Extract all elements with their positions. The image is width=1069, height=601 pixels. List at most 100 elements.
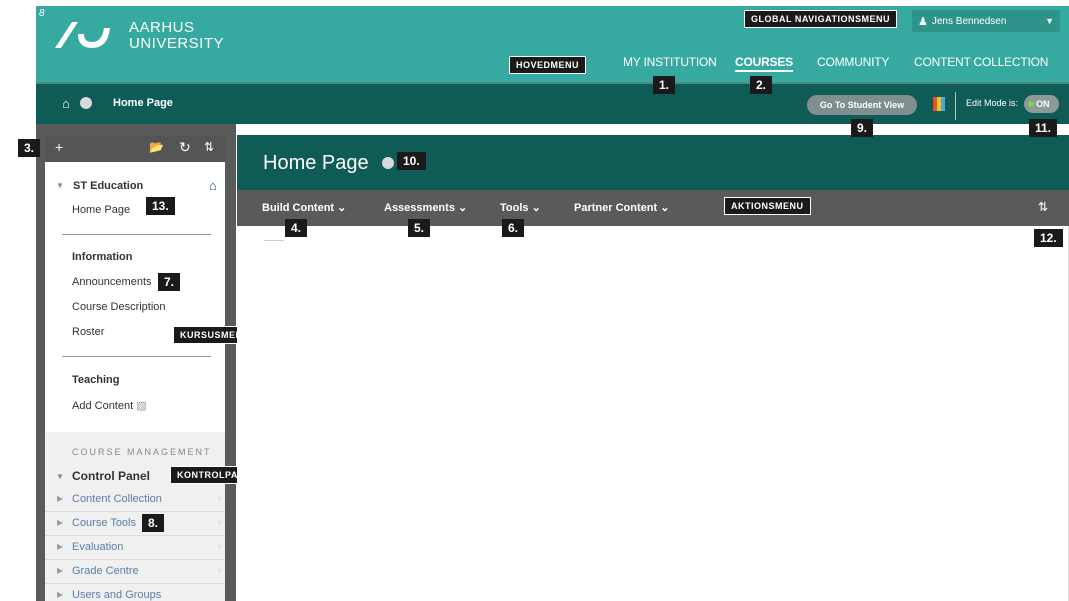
expand-icon: ▶ [57,518,64,527]
chevron-down-icon: ⌄ [458,202,468,214]
refresh-icon[interactable]: ↻ [179,139,191,156]
tools-label: Tools [500,202,529,214]
menu-item-add-content-label: Add Content [72,400,134,412]
reorder-icon[interactable]: ⇅ [204,140,214,154]
callout-12: 12. [1034,229,1063,247]
section-teaching: Teaching [72,374,120,386]
menu-item-announcements[interactable]: Announcements [72,276,152,288]
chevron-down-icon: ⌄ [531,202,541,214]
callout-4: 4. [285,219,308,237]
control-item-course-tools[interactable]: ▶ Course Tools › [45,512,225,536]
course-home-icon: ⌂ [209,178,217,193]
collapse-icon[interactable]: ▼ [56,181,64,190]
chevron-right-icon: › [218,517,221,527]
assessments-label: Assessments [384,202,455,214]
collapse-icon[interactable]: ▼ [56,472,64,481]
page: 8 AARHUS UNIVERSITY ♟ Jens Bennedsen ▼ ⏻… [0,0,1069,601]
callout-8: 8. [142,514,165,532]
control-item-label: Course Tools [72,517,136,529]
breadcrumb-options-icon[interactable] [80,97,92,109]
control-item-evaluation[interactable]: ▶ Evaluation › [45,536,225,560]
global-nav-label: GLOBAL NAVIGATIONSMENU [744,10,897,28]
assessments-menu[interactable]: Assessments ⌄ [384,201,467,214]
breadcrumb[interactable]: Home Page [113,97,173,109]
action-menu-label: AKTIONSMENU [724,197,811,215]
divider [955,92,956,120]
chevron-down-icon: ⌄ [337,202,347,214]
chevron-right-icon: › [218,541,221,551]
callout-2: 2. [750,76,773,94]
home-icon[interactable]: ⌂ [62,96,70,111]
callout-7: 7. [158,273,181,291]
nav-my-institution[interactable]: MY INSTITUTION [623,55,717,69]
callout-13: 13. [146,197,175,215]
menu-item-course-description[interactable]: Course Description [72,301,166,313]
page-title-bar: Home Page [237,135,1069,190]
control-panel-title[interactable]: Control Panel [72,469,150,483]
expand-icon: ▶ [57,566,64,575]
expand-icon: ▶ [57,542,64,551]
menu-item-home-page[interactable]: Home Page [72,204,130,216]
control-item-label: Content Collection [72,493,162,505]
divider [62,356,211,357]
expand-icon: ▶ [57,590,64,599]
control-item-grade-centre[interactable]: ▶ Grade Centre › [45,560,225,584]
callout-9: 9. [851,119,874,137]
chevron-down-icon: ▼ [1045,16,1054,26]
callout-3: 3. [18,139,41,157]
folder-view-icon[interactable]: 📂 [149,140,164,154]
edit-mode-value: ON [1036,99,1050,109]
nav-courses[interactable]: COURSES [735,55,793,72]
control-item-label: Grade Centre [72,565,139,577]
student-view-button[interactable]: Go To Student View [807,95,917,115]
partner-content-label: Partner Content [574,202,658,214]
main-menu-label: HOVEDMENU [509,56,587,74]
tools-menu[interactable]: Tools ⌄ [500,201,541,214]
divider [264,240,284,241]
university-name-line2: UNIVERSITY [129,35,225,52]
course-management-heading: COURSE MANAGEMENT [72,447,212,457]
course-menu [45,162,225,432]
user-menu[interactable]: ♟ Jens Bennedsen ▼ [912,10,1060,32]
callout-5: 5. [408,219,431,237]
chevron-right-icon: › [218,493,221,503]
content-area [237,226,1069,601]
menu-item-add-content[interactable]: Add Content ▧ [72,399,147,412]
menu-item-roster[interactable]: Roster [72,326,104,338]
add-menu-item-icon[interactable]: + [55,139,63,155]
nav-community[interactable]: COMMUNITY [817,55,889,69]
chevron-down-icon: ⌄ [660,202,670,214]
palette-icon[interactable] [933,97,945,111]
build-content-menu[interactable]: Build Content ⌄ [262,201,346,214]
hidden-icon: ▧ [136,400,147,412]
control-item-content-collection[interactable]: ▶ Content Collection › [45,488,225,512]
user-icon: ♟ [918,15,928,28]
nav-content-collection[interactable]: CONTENT COLLECTION [914,55,1048,69]
callout-6: 6. [502,219,525,237]
expand-icon: ▶ [57,494,64,503]
university-name: AARHUS UNIVERSITY [129,20,224,52]
course-menu-toolbar: + 📂 ↻ ⇅ [45,136,225,162]
build-content-label: Build Content [262,202,335,214]
edit-mode-label: Edit Mode is: [966,98,1019,108]
page-options-icon[interactable] [382,157,394,169]
edit-mode-toggle[interactable]: ON [1024,95,1059,113]
course-title[interactable]: ST Education [73,180,143,192]
user-name: Jens Bennedsen [931,15,1007,27]
callout-1: 1. [653,76,676,94]
section-information: Information [72,251,133,263]
chevron-right-icon: › [218,565,221,575]
left-margin [0,0,36,601]
page-title: Home Page [263,152,369,174]
university-name-line1: AARHUS [129,19,195,36]
callout-10: 10. [397,152,426,170]
pencil-icon: 8 [39,8,45,19]
control-item-label: Evaluation [72,541,124,553]
control-item-label: Users and Groups [72,589,162,601]
status-dot-icon [1028,101,1034,107]
university-logo[interactable] [50,14,120,54]
callout-11: 11. [1029,119,1058,137]
reorder-icon[interactable]: ⇅ [1038,200,1048,214]
partner-content-menu[interactable]: Partner Content ⌄ [574,201,669,214]
control-item-users-and-groups[interactable]: ▶ Users and Groups [45,584,225,601]
